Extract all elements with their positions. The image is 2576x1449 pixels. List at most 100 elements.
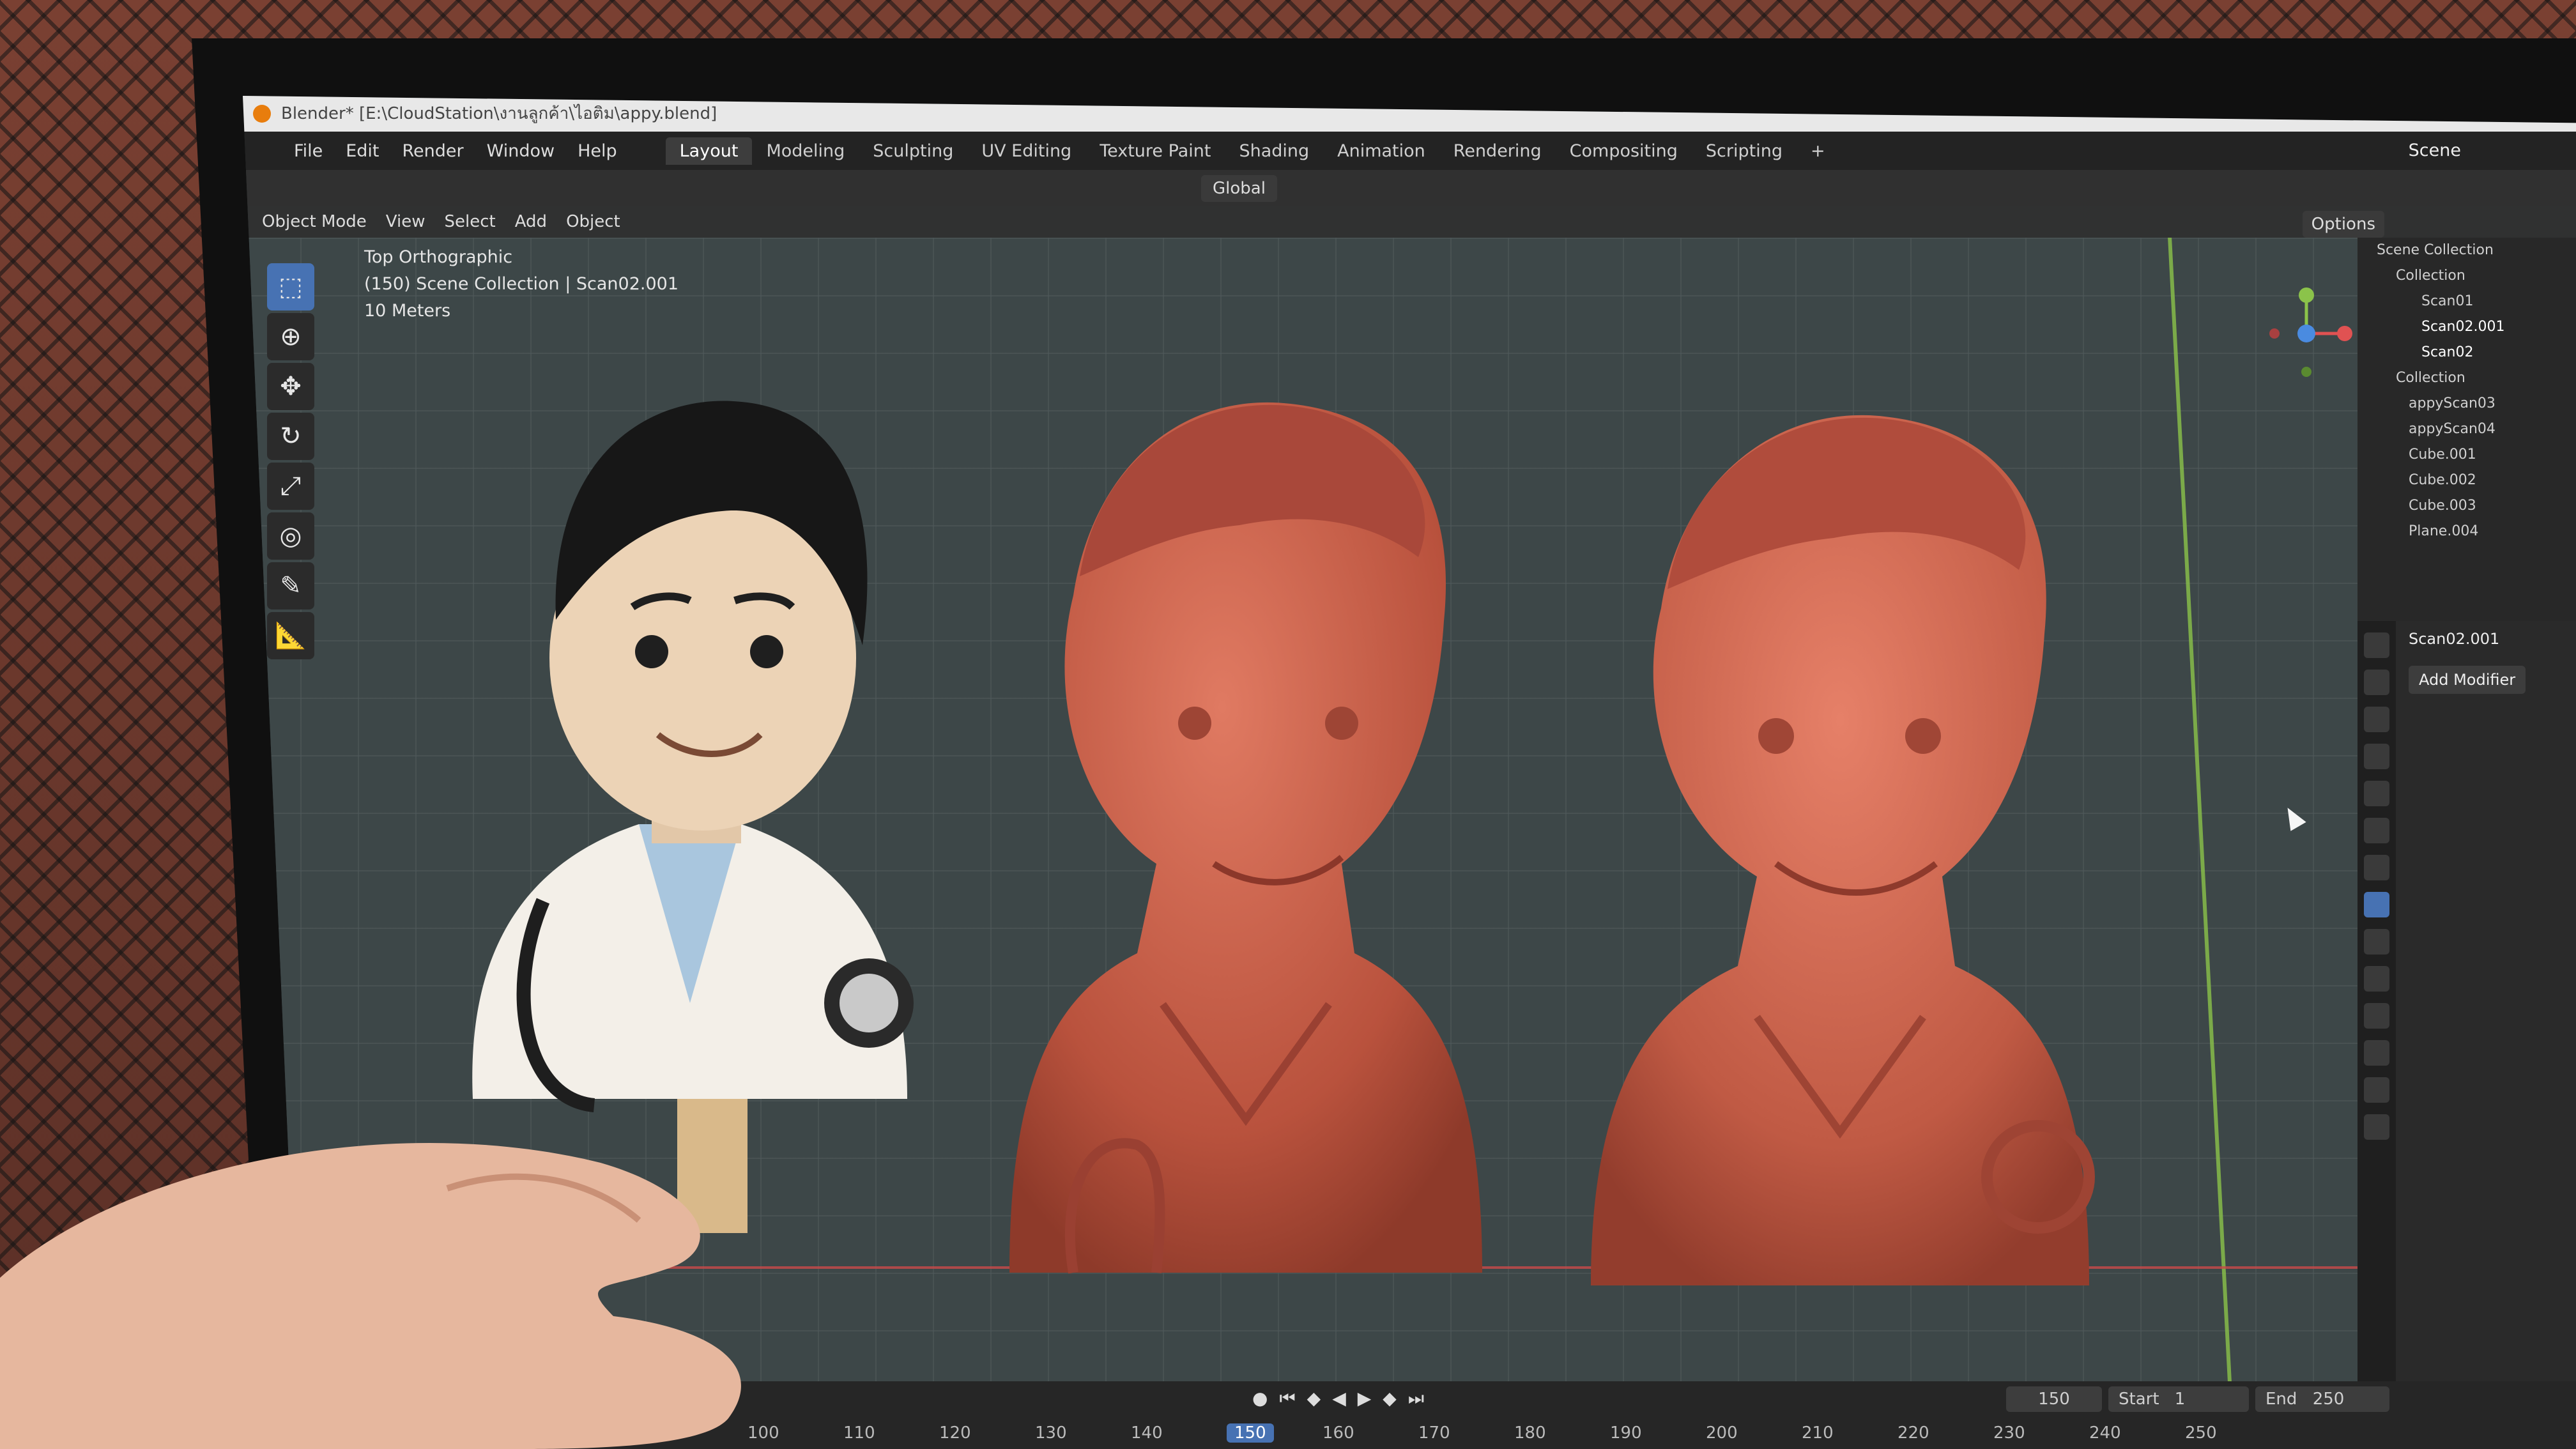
menu-edit[interactable]: Edit <box>346 141 379 161</box>
start-value: 1 <box>2174 1390 2186 1409</box>
outliner-item[interactable]: Scan02.001 <box>2358 314 2576 340</box>
viewport-info: Top Orthographic (150) Scene Collection … <box>364 244 678 325</box>
outliner-item[interactable]: Cube.003 <box>2358 493 2576 519</box>
jump-start-icon[interactable]: ⏮ <box>1279 1388 1295 1409</box>
transform-orientation-dropdown[interactable]: Global <box>1201 175 1277 202</box>
properties-panel: Scan02.001 Add Modifier <box>2358 621 2576 1381</box>
hand <box>0 1142 741 1449</box>
outliner-item[interactable]: Scan02 <box>2358 340 2576 365</box>
world-tab-icon[interactable] <box>2364 818 2389 843</box>
start-label: Start <box>2119 1390 2159 1409</box>
select-box-icon[interactable]: ⬚ <box>267 263 314 310</box>
timeline-tick: 240 <box>2089 1423 2121 1443</box>
outliner-item[interactable]: appyScan04 <box>2358 417 2576 442</box>
play-icon[interactable]: ▶ <box>1358 1388 1372 1409</box>
outliner-item[interactable]: Cube.002 <box>2358 468 2576 493</box>
timeline-tick: 190 <box>1610 1423 1642 1443</box>
outliner-item[interactable]: Plane.004 <box>2358 519 2576 544</box>
tab-rendering[interactable]: Rendering <box>1439 137 1556 165</box>
constraints-tab-icon[interactable] <box>2364 1003 2389 1029</box>
tab-layout[interactable]: Layout <box>665 137 753 165</box>
scale-icon[interactable]: ⤢ <box>267 463 314 510</box>
tab-scripting[interactable]: Scripting <box>1692 137 1797 165</box>
end-frame-field[interactable]: End 250 <box>2255 1386 2389 1412</box>
timeline-tick: 200 <box>1706 1423 1738 1443</box>
play-reverse-icon[interactable]: ◀ <box>1332 1388 1346 1409</box>
tab-shading[interactable]: Shading <box>1225 137 1323 165</box>
scan-bust-right[interactable] <box>1565 378 2108 1324</box>
y-axis-line <box>2168 238 2232 1381</box>
timeline-tick: 120 <box>939 1423 971 1443</box>
render-tab-icon[interactable] <box>2364 670 2389 695</box>
tab-animation[interactable]: Animation <box>1323 137 1439 165</box>
data-tab-icon[interactable] <box>2364 1040 2389 1066</box>
navigation-gizmo[interactable] <box>2255 282 2358 385</box>
add-modifier-button[interactable]: Add Modifier <box>2409 666 2526 694</box>
modifier-tab-icon[interactable] <box>2364 892 2389 917</box>
outliner-panel: Scene Collection Collection Scan01 Scan0… <box>2358 238 2576 621</box>
outliner-item[interactable]: appyScan03 <box>2358 391 2576 417</box>
transform-icon[interactable]: ◎ <box>267 512 314 560</box>
tab-compositing[interactable]: Compositing <box>1556 137 1692 165</box>
tab-uv-editing[interactable]: UV Editing <box>967 137 1085 165</box>
annotate-icon[interactable]: ✎ <box>267 562 314 610</box>
menu-file[interactable]: File <box>294 141 323 161</box>
scan-bust-left[interactable] <box>971 365 1514 1311</box>
tool-shelf: ⬚ ⊕ ✥ ↻ ⤢ ◎ ✎ 📐 <box>262 263 319 662</box>
window-title: Blender* [E:\CloudStation\งานลูกค้า\ไอติ… <box>281 104 717 123</box>
current-frame-field[interactable]: 150 <box>2006 1386 2102 1412</box>
material-tab-icon[interactable] <box>2364 1077 2389 1103</box>
prev-keyframe-icon[interactable]: ◆ <box>1307 1388 1321 1409</box>
outliner-item[interactable]: Scene Collection <box>2358 238 2576 263</box>
menu-render[interactable]: Render <box>402 141 463 161</box>
viewport-header: Object Mode View Select Add Object Optio… <box>243 206 2576 238</box>
menu-help[interactable]: Help <box>578 141 617 161</box>
menu-window[interactable]: Window <box>487 141 555 161</box>
tab-sculpting[interactable]: Sculpting <box>859 137 967 165</box>
physics-tab-icon[interactable] <box>2364 966 2389 992</box>
scene-tab-icon[interactable] <box>2364 781 2389 806</box>
jump-end-icon[interactable]: ⏭ <box>1408 1388 1424 1409</box>
menu-view[interactable]: View <box>386 212 425 231</box>
move-icon[interactable]: ✥ <box>267 363 314 410</box>
timeline-tick: 250 <box>2185 1423 2217 1443</box>
object-tab-icon[interactable] <box>2364 855 2389 880</box>
scene-selector[interactable]: Scene <box>2409 141 2461 160</box>
output-tab-icon[interactable] <box>2364 707 2389 732</box>
texture-tab-icon[interactable] <box>2364 1114 2389 1140</box>
end-value: 250 <box>2312 1390 2345 1409</box>
outliner-item[interactable]: Cube.001 <box>2358 442 2576 468</box>
view-layer-tab-icon[interactable] <box>2364 744 2389 769</box>
outliner-item[interactable]: Collection <box>2358 365 2576 391</box>
timeline-tick: 130 <box>1035 1423 1067 1443</box>
start-frame-field[interactable]: Start 1 <box>2108 1386 2249 1412</box>
outliner-item[interactable]: Collection <box>2358 263 2576 289</box>
cursor-icon[interactable]: ⊕ <box>267 313 314 360</box>
collection-info: (150) Scene Collection | Scan02.001 <box>364 274 679 294</box>
timeline-tick: 140 <box>1131 1423 1163 1443</box>
add-workspace-button[interactable]: + <box>1797 137 1839 165</box>
tab-modeling[interactable]: Modeling <box>752 137 859 165</box>
main-menu: File Edit Render Window Help <box>294 141 640 161</box>
view-name: Top Orthographic <box>364 247 513 267</box>
tool-tab-icon[interactable] <box>2364 632 2389 658</box>
timeline-tick: 170 <box>1418 1423 1450 1443</box>
tab-texture-paint[interactable]: Texture Paint <box>1085 137 1225 165</box>
menu-add[interactable]: Add <box>515 212 547 231</box>
rotate-icon[interactable]: ↻ <box>267 413 314 460</box>
workspace-tabs: Layout Modeling Sculpting UV Editing Tex… <box>665 137 1839 165</box>
playback-controls: ● ⏮ ◆ ◀ ▶ ◆ ⏭ <box>1252 1388 1436 1409</box>
object-mode-dropdown[interactable]: Object Mode <box>262 212 367 231</box>
active-object-name: Scan02.001 <box>2409 630 2500 648</box>
timeline-tick: 230 <box>1993 1423 2025 1443</box>
menu-select[interactable]: Select <box>445 212 496 231</box>
menu-object[interactable]: Object <box>566 212 620 231</box>
options-dropdown[interactable]: Options <box>2302 211 2384 238</box>
next-keyframe-icon[interactable]: ◆ <box>1383 1388 1397 1409</box>
tool-header: Global <box>243 170 2576 206</box>
measure-icon[interactable]: 📐 <box>267 612 314 659</box>
end-label: End <box>2266 1390 2297 1409</box>
record-icon[interactable]: ● <box>1252 1388 1268 1409</box>
particles-tab-icon[interactable] <box>2364 929 2389 954</box>
outliner-item[interactable]: Scan01 <box>2358 289 2576 314</box>
